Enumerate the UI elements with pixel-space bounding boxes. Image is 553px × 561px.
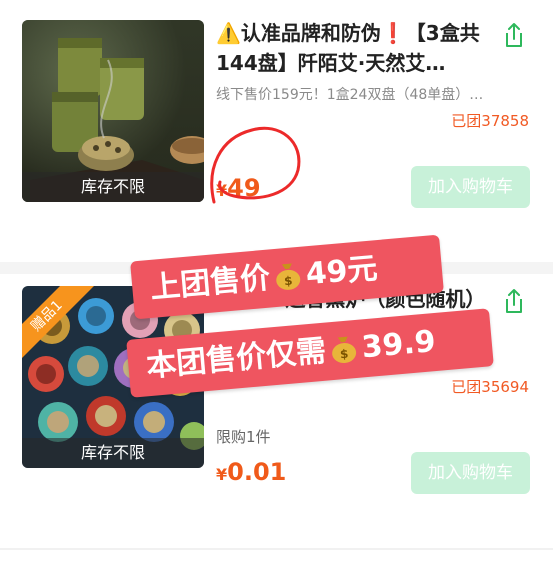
product-image[interactable]: 库存不限 — [22, 20, 204, 202]
svg-text:$: $ — [339, 347, 349, 362]
add-to-cart-button[interactable]: 加入购物车 — [411, 452, 530, 494]
price: ¥0.01 — [216, 458, 286, 486]
money-bag-icon: $ — [276, 263, 301, 290]
group-count: 已团37858 — [451, 112, 529, 130]
stock-label: 库存不限 — [22, 438, 204, 468]
product-subtitle: 线下售价159元！1盒24双盘（48单盘）… — [216, 87, 484, 103]
share-icon[interactable] — [503, 288, 525, 314]
product-title[interactable]: ⚠️认准品牌和防伪❗【3盒共144盘】阡陌艾·天然艾… — [216, 18, 496, 78]
banner-value: 39.9 — [360, 324, 438, 366]
banner-prefix: 本团售价仅需 — [145, 333, 328, 385]
hand-drawn-circle — [210, 126, 301, 204]
banner-prefix: 上团售价 — [148, 260, 272, 306]
svg-text:$: $ — [284, 274, 294, 289]
currency-symbol: ¥ — [216, 465, 228, 484]
stock-label: 库存不限 — [22, 172, 204, 202]
purchase-limit: 限购1件 — [216, 428, 271, 446]
group-count: 已团35694 — [451, 378, 529, 396]
add-to-cart-button[interactable]: 加入购物车 — [411, 166, 530, 208]
banner-value: 49元 — [304, 251, 379, 293]
bottom-divider — [0, 548, 553, 550]
money-bag-icon: $ — [332, 336, 357, 364]
product-card-1[interactable]: 库存不限 ⚠️认准品牌和防伪❗【3盒共144盘】阡陌艾·天然艾… 线下售价159… — [0, 0, 553, 262]
price-value: 0.01 — [227, 458, 287, 486]
share-icon[interactable] — [503, 22, 525, 48]
